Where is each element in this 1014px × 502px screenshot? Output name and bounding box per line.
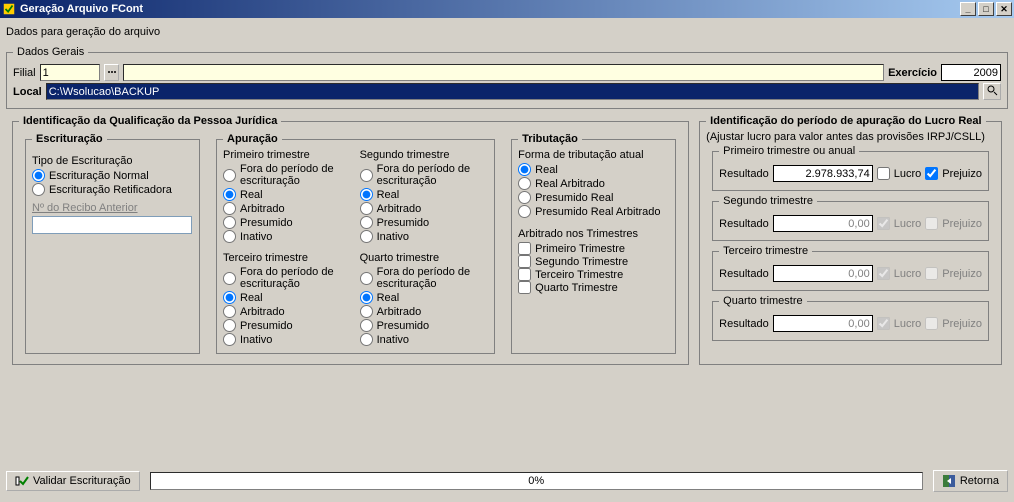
q4-opt-1[interactable]: Real [360,291,489,304]
recibo-input[interactable] [32,216,192,234]
exercicio-label: Exercício [888,67,937,79]
q2-opt-3[interactable]: Presumido [360,216,489,229]
identificacao-legend: Identificação da Qualificação da Pessoa … [19,115,281,127]
periodo-q4-legend: Quarto trimestre [719,295,806,307]
q2-result-label: Resultado [719,218,769,230]
q2-lucro-check: Lucro [877,217,922,230]
q2-prej-check: Prejuizo [925,217,982,230]
q4-opt-2[interactable]: Arbitrado [360,305,489,318]
q4-result-input[interactable] [773,315,873,332]
local-input[interactable] [46,83,979,100]
search-icon [986,84,998,96]
q4-opt-0[interactable]: Fora do período de escrituração [360,266,489,290]
return-icon [942,474,956,488]
dados-gerais-legend: Dados Gerais [13,46,88,58]
filial-input[interactable] [40,64,100,81]
q1-prej-check[interactable]: Prejuizo [925,167,982,180]
q4-opt-4[interactable]: Inativo [360,333,489,346]
ellipsis-icon [107,67,116,76]
periodo-q3-legend: Terceiro trimestre [719,245,812,257]
arbitrado-label: Arbitrado nos Trimestres [518,228,669,240]
q3-opt-2[interactable]: Arbitrado [223,305,352,318]
q2-opt-0[interactable]: Fora do período de escrituração [360,163,489,187]
periodo-q1-legend: Primeiro trimestre ou anual [719,145,859,157]
q3-prej-check: Prejuizo [925,267,982,280]
app-icon [2,2,16,16]
q3-label: Terceiro trimestre [223,252,352,264]
exercicio-input[interactable] [941,64,1001,81]
q4-result-label: Resultado [719,318,769,330]
q2-label: Segundo trimestre [360,149,489,161]
tributacao-legend: Tributação [518,133,582,145]
periodo-q2-group: Segundo trimestre Resultado Lucro Prejui… [712,195,989,241]
q3-opt-3[interactable]: Presumido [223,319,352,332]
tipo-escrituracao-label: Tipo de Escrituração [32,155,193,167]
filial-label: Filial [13,67,36,79]
periodo-q2-legend: Segundo trimestre [719,195,817,207]
q2-opt-1[interactable]: Real [360,188,489,201]
page-subtitle: Dados para geração do arquivo [0,18,1014,44]
periodo-q1-group: Primeiro trimestre ou anual Resultado Lu… [712,145,989,191]
arb-q1-check[interactable]: Primeiro Trimestre [518,242,669,255]
q1-result-input[interactable] [773,165,873,182]
close-button[interactable]: ✕ [996,2,1012,16]
window-titlebar: Geração Arquivo FCont _ □ ✕ [0,0,1014,18]
q3-result-label: Resultado [719,268,769,280]
q3-result-input[interactable] [773,265,873,282]
escrituracao-group: Escrituração Tipo de Escrituração Escrit… [25,133,200,354]
q1-opt-1[interactable]: Real [223,188,352,201]
validate-icon [15,475,29,487]
q3-opt-1[interactable]: Real [223,291,352,304]
recibo-label: Nº do Recibo Anterior [32,202,193,214]
trib-pres-real-arb[interactable]: Presumido Real Arbitrado [518,205,669,218]
q2-opt-2[interactable]: Arbitrado [360,202,489,215]
q1-opt-3[interactable]: Presumido [223,216,352,229]
escrituracao-legend: Escrituração [32,133,107,145]
q3-lucro-check: Lucro [877,267,922,280]
retorna-button[interactable]: Retorna [933,470,1008,492]
q3-opt-4[interactable]: Inativo [223,333,352,346]
periodo-q4-group: Quarto trimestre Resultado Lucro Prejuiz… [712,295,989,341]
maximize-button[interactable]: □ [978,2,994,16]
escrituracao-retif-radio[interactable]: Escrituração Retificadora [32,183,193,196]
periodo-legend: Identificação do período de apuração do … [706,115,985,127]
q2-result-input[interactable] [773,215,873,232]
tributacao-group: Tributação Forma de tributação atual Rea… [511,133,676,354]
arb-q3-check[interactable]: Terceiro Trimestre [518,268,669,281]
periodo-q3-group: Terceiro trimestre Resultado Lucro Preju… [712,245,989,291]
arb-q4-check[interactable]: Quarto Trimestre [518,281,669,294]
q1-opt-0[interactable]: Fora do período de escrituração [223,163,352,187]
apuracao-group: Apuração Primeiro trimestre Fora do perí… [216,133,495,354]
periodo-group: Identificação do período de apuração do … [699,115,1002,365]
minimize-button[interactable]: _ [960,2,976,16]
q2-opt-4[interactable]: Inativo [360,230,489,243]
validar-button[interactable]: Validar Escrituração [6,471,140,491]
progress-bar: 0% [150,472,923,490]
identificacao-group: Identificação da Qualificação da Pessoa … [12,115,689,365]
q1-lucro-check[interactable]: Lucro [877,167,922,180]
escrituracao-normal-radio[interactable]: Escrituração Normal [32,169,193,182]
local-browse-button[interactable] [983,83,1001,100]
trib-real-arb[interactable]: Real Arbitrado [518,177,669,190]
dados-gerais-group: Dados Gerais Filial Exercício Local [6,46,1008,109]
q4-label: Quarto trimestre [360,252,489,264]
q1-result-label: Resultado [719,168,769,180]
periodo-hint: (Ajustar lucro para valor antes das prov… [706,131,995,143]
trib-real[interactable]: Real [518,163,669,176]
q4-lucro-check: Lucro [877,317,922,330]
trib-pres-real[interactable]: Presumido Real [518,191,669,204]
q4-prej-check: Prejuizo [925,317,982,330]
q1-opt-4[interactable]: Inativo [223,230,352,243]
local-label: Local [13,86,42,98]
arb-q2-check[interactable]: Segundo Trimestre [518,255,669,268]
window-title: Geração Arquivo FCont [20,3,960,15]
apuracao-legend: Apuração [223,133,282,145]
q1-label: Primeiro trimestre [223,149,352,161]
q1-opt-2[interactable]: Arbitrado [223,202,352,215]
filial-desc-input[interactable] [123,64,884,81]
q4-opt-3[interactable]: Presumido [360,319,489,332]
q3-opt-0[interactable]: Fora do período de escrituração [223,266,352,290]
filial-lookup-button[interactable] [104,64,119,81]
forma-tributacao-label: Forma de tributação atual [518,149,669,161]
